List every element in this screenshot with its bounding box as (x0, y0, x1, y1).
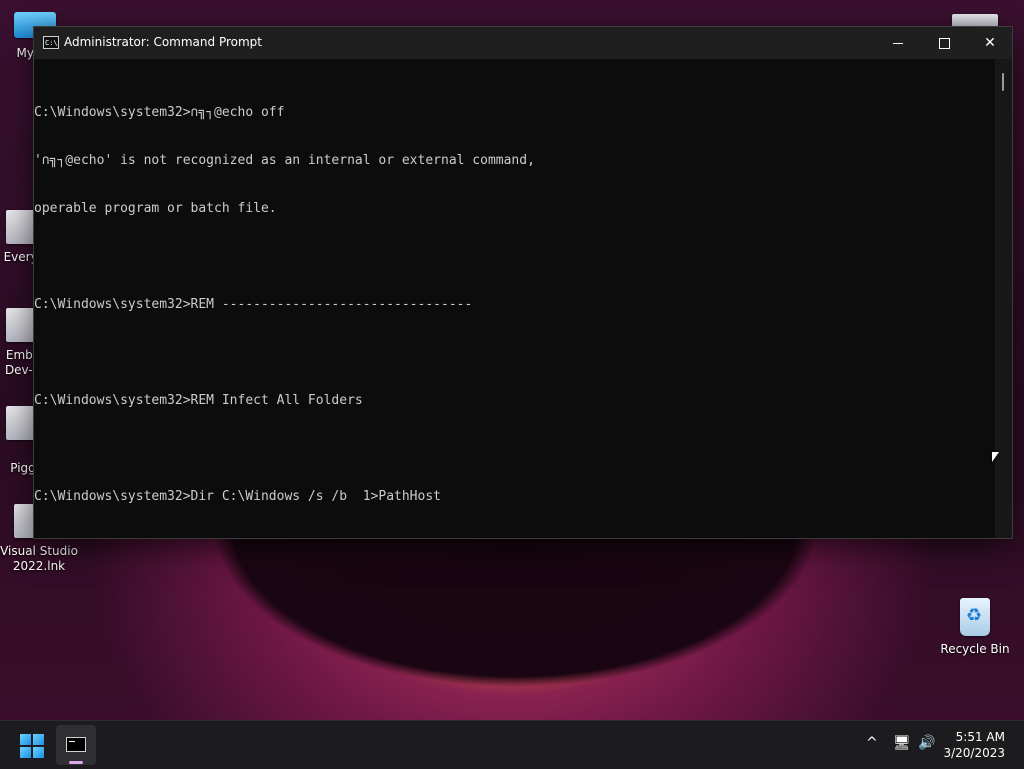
command-prompt-window[interactable]: C:\ Administrator: Command Prompt ✕ C:\W… (33, 26, 1013, 539)
console-line: C:\Windows\system32>Dir C:\Windows /s /b… (34, 489, 441, 504)
desktop-icon-label: Recycle Bin (940, 642, 1010, 656)
console-line: C:\Windows\system32>REM ----------------… (34, 297, 473, 312)
window-title: Administrator: Command Prompt (64, 35, 262, 49)
start-button[interactable] (20, 734, 44, 758)
desktop-icon-recycle-bin[interactable]: ♻ Recycle Bin (936, 598, 1014, 657)
maximize-icon (938, 37, 950, 49)
command-prompt-icon: C:\ (43, 36, 59, 49)
show-hidden-icons-chevron-icon[interactable]: ^ (866, 735, 878, 751)
console-line: operable program or batch file. (34, 201, 277, 216)
close-button[interactable]: ✕ (967, 27, 1013, 59)
clock-time: 5:51 AM (955, 730, 1005, 744)
console-line: '∩╗┐@echo' is not recognized as an inter… (34, 153, 535, 168)
recycle-bin-icon: ♻ (960, 598, 990, 636)
desktop-icon-label: Visual Studio (0, 544, 78, 558)
console-line: C:\Windows\system32>∩╗┐@echo off (34, 105, 285, 120)
console-output[interactable]: C:\Windows\system32>∩╗┐@echo off '∩╗┐@ec… (34, 73, 996, 528)
taskbar: ^ 🖥 🔊 5:51 AM 3/20/2023 (0, 720, 1024, 769)
command-prompt-icon (66, 737, 86, 752)
scrollbar-thumb[interactable] (1002, 73, 1004, 91)
active-indicator (69, 761, 83, 764)
network-icon[interactable]: 🖥 (893, 735, 911, 751)
clock-date: 3/20/2023 (943, 746, 1005, 760)
maximize-button[interactable] (921, 27, 967, 59)
volume-icon[interactable]: 🔊 (918, 735, 935, 751)
close-icon: ✕ (984, 35, 996, 51)
window-titlebar[interactable]: C:\ Administrator: Command Prompt ✕ (34, 27, 1012, 59)
mouse-pointer-icon (992, 452, 999, 462)
console-line: C:\Windows\system32>REM Infect All Folde… (34, 393, 363, 408)
minimize-button[interactable] (875, 27, 921, 59)
minimize-icon (893, 42, 903, 44)
taskbar-clock[interactable]: 5:51 AM 3/20/2023 (943, 729, 1005, 761)
vertical-scrollbar[interactable] (995, 59, 1012, 538)
taskbar-command-prompt[interactable] (56, 725, 96, 765)
windows-logo-icon (20, 734, 31, 745)
desktop-icon-label: 2022.lnk (12, 559, 66, 573)
